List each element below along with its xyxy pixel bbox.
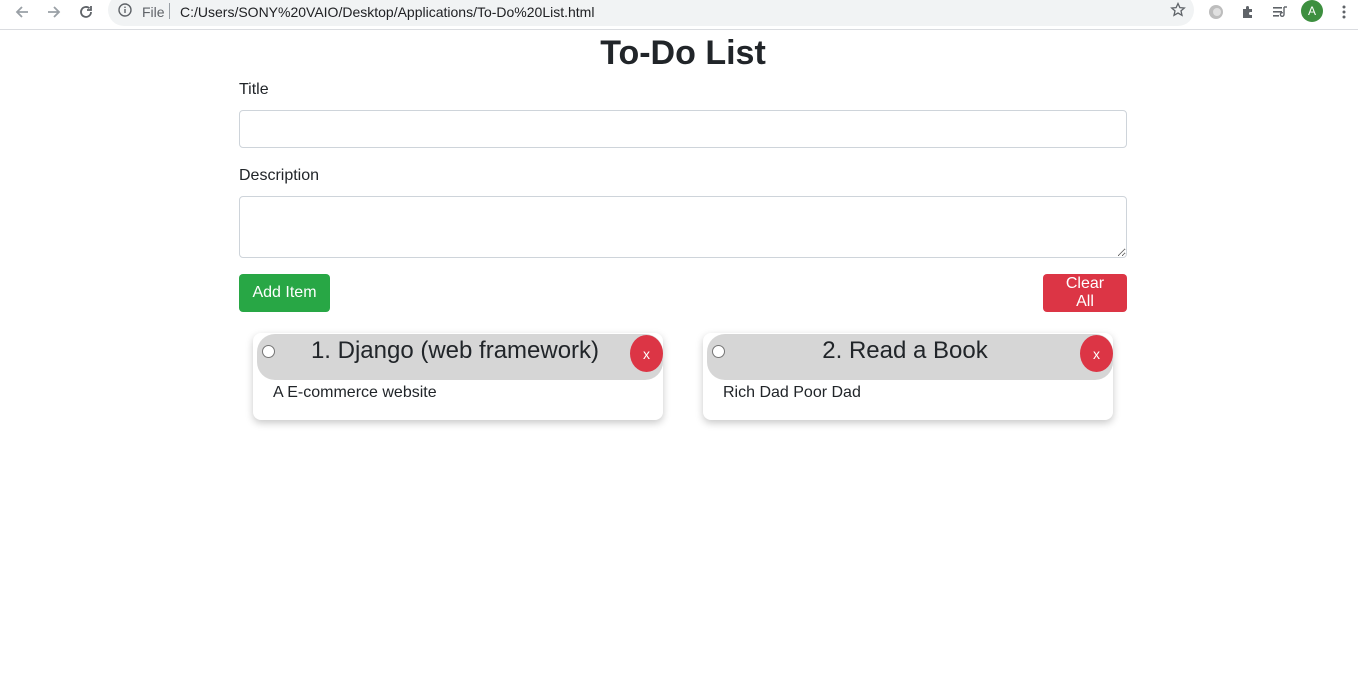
media-control-button[interactable] xyxy=(1268,0,1292,24)
forward-button[interactable] xyxy=(42,0,66,24)
todo-description: A E-commerce website xyxy=(273,384,437,401)
puzzle-icon xyxy=(1243,6,1252,18)
file-scheme-label: File xyxy=(142,4,165,20)
url-text[interactable]: C:/Users/SONY%20VAIO/Desktop/Application… xyxy=(180,4,594,20)
browser-menu-button[interactable] xyxy=(1332,0,1356,24)
todo-title: 2. Read a Book xyxy=(822,337,988,364)
arrow-left-icon xyxy=(15,6,28,18)
title-label: Title xyxy=(239,81,269,98)
todo-title: 1. Django (web framework) xyxy=(310,337,600,364)
extension-circle-icon xyxy=(1209,5,1223,19)
browser-toolbar: File C:/Users/SONY%20VAIO/Desktop/Applic… xyxy=(0,0,1358,30)
playlist-icon xyxy=(1273,6,1287,17)
delete-item-button[interactable]: x xyxy=(1080,335,1113,372)
title-input[interactable] xyxy=(239,110,1127,148)
arrow-right-icon xyxy=(48,6,61,18)
todo-card: 2. Read a Book x Rich Dad Poor Dad xyxy=(703,333,1113,420)
clear-all-button[interactable]: Clear All xyxy=(1043,274,1127,312)
profile-avatar[interactable]: A xyxy=(1301,0,1323,22)
description-label: Description xyxy=(239,167,320,184)
todo-description: Rich Dad Poor Dad xyxy=(723,384,861,401)
back-button[interactable] xyxy=(10,0,34,24)
todo-card-header: 2. Read a Book x xyxy=(707,334,1113,380)
extension-button[interactable] xyxy=(1204,0,1228,24)
page-title: To-Do List xyxy=(600,34,766,72)
info-icon[interactable] xyxy=(118,3,132,17)
description-textarea[interactable] xyxy=(239,196,1127,258)
address-bar[interactable]: File C:/Users/SONY%20VAIO/Desktop/Applic… xyxy=(108,0,1194,26)
delete-item-button[interactable]: x xyxy=(630,335,663,372)
add-item-button[interactable]: Add Item xyxy=(239,274,330,312)
reload-icon xyxy=(80,6,92,18)
bookmark-star-icon[interactable] xyxy=(1170,2,1186,18)
extensions-menu-button[interactable] xyxy=(1236,0,1260,24)
omnibox-divider xyxy=(169,3,170,19)
reload-button[interactable] xyxy=(74,0,98,24)
more-vertical-icon xyxy=(1342,5,1346,19)
todo-card-header: 1. Django (web framework) x xyxy=(257,334,663,380)
todo-card: 1. Django (web framework) x A E-commerce… xyxy=(253,333,663,420)
